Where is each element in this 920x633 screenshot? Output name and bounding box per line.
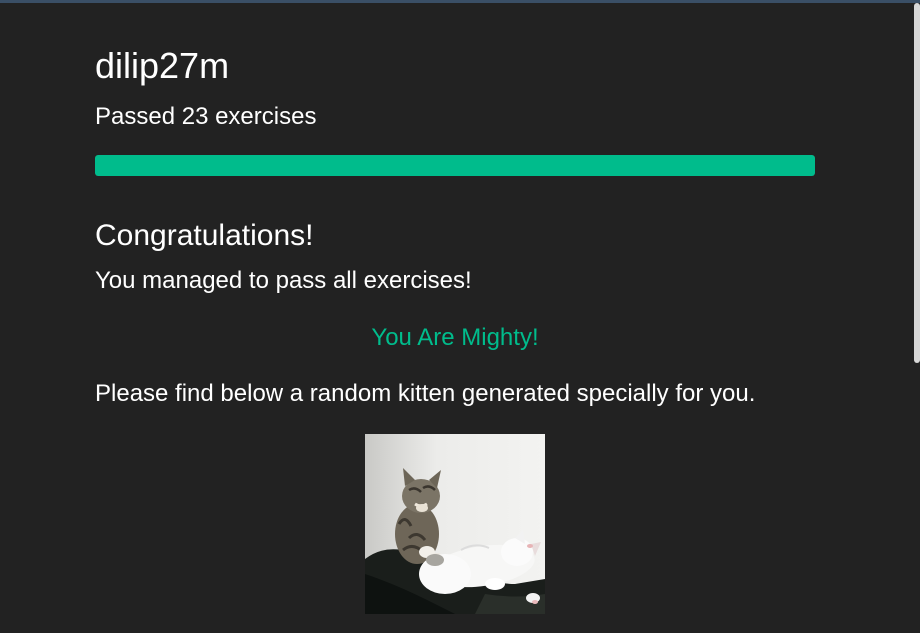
username-heading: dilip27m xyxy=(95,45,230,86)
progress-bar xyxy=(95,155,815,176)
pass-all-message: You managed to pass all exercises! xyxy=(95,267,472,294)
progress-bar-fill xyxy=(95,155,815,176)
passed-exercises-text: Passed 23 exercises xyxy=(95,103,317,130)
congratulations-heading: Congratulations! xyxy=(95,219,314,252)
kitten-caption: Please find below a random kitten genera… xyxy=(95,380,756,407)
mighty-badge: You Are Mighty! xyxy=(371,324,539,351)
page-scrollbar[interactable] xyxy=(914,3,920,363)
top-border xyxy=(0,0,920,3)
kitten-image xyxy=(365,434,545,614)
